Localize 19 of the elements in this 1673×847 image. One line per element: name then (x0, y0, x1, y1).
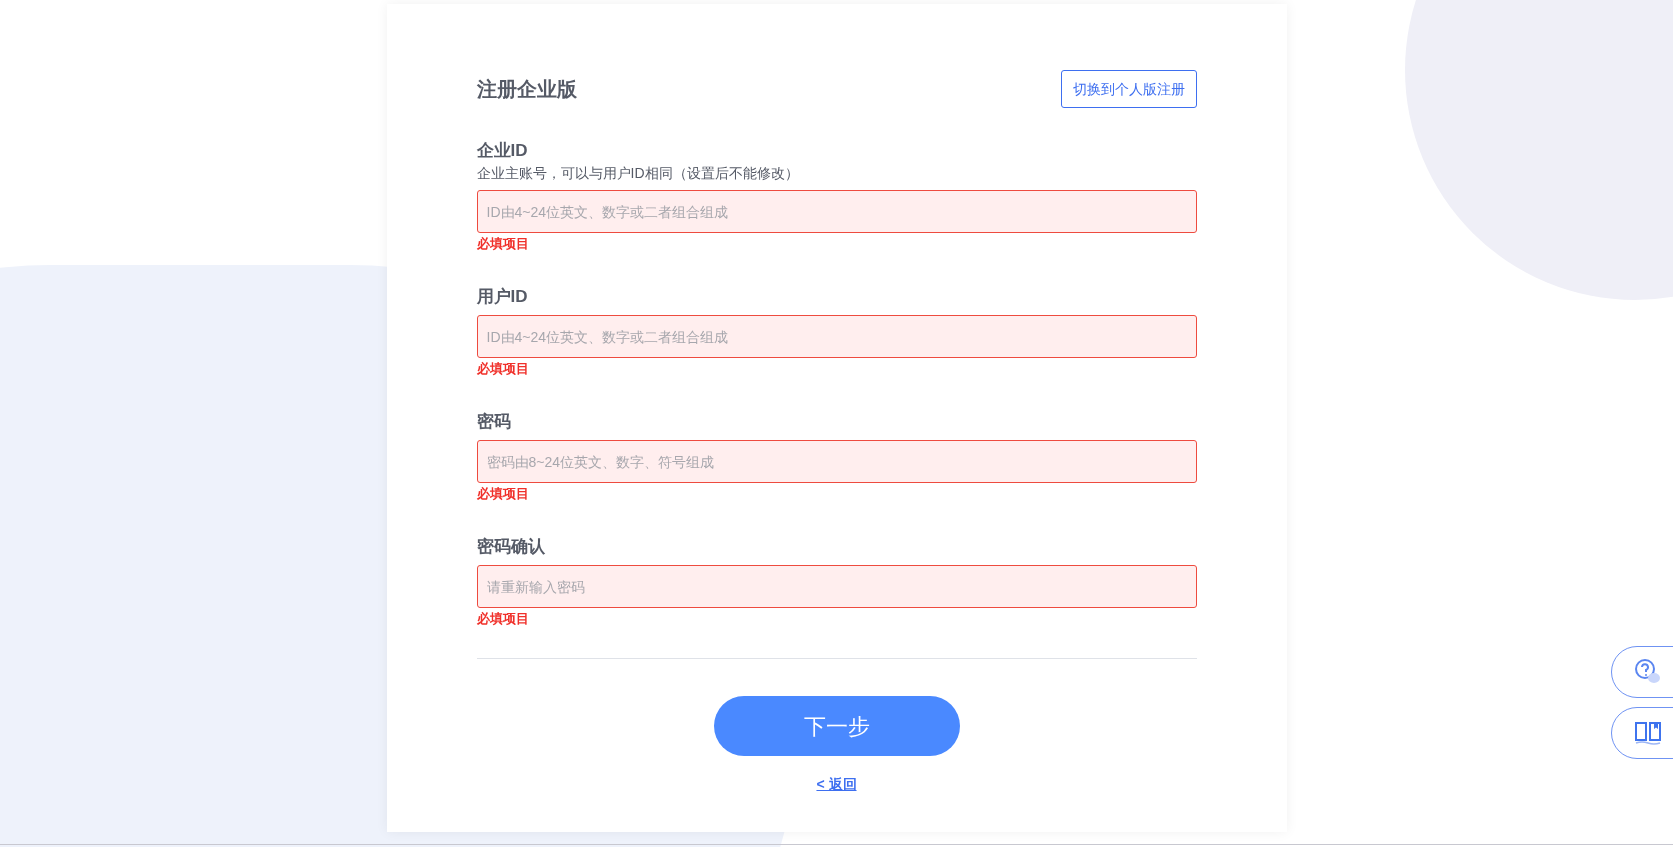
error-message: 必填项目 (476, 360, 529, 378)
switch-button[interactable]: 切换到个人版注册 (1060, 70, 1197, 108)
error-message: 必填项目 (476, 235, 529, 253)
input-field[interactable]: ID由4~24位英文、数字或二者组合组成 (476, 315, 1197, 358)
field-label: 密码 (476, 411, 512, 433)
field-label: 密码确认 (476, 536, 546, 558)
input-field[interactable]: ID由4~24位英文、数字或二者组合组成 (476, 190, 1197, 233)
input-field[interactable]: 请重新输入密码 (476, 565, 1197, 608)
book-icon (1634, 719, 1662, 747)
field-hint: 企业主账号，可以与用户ID相同（设置后不能修改） (476, 164, 800, 183)
next-button[interactable]: 下一步 (713, 696, 960, 756)
help-chat-icon (1634, 658, 1662, 686)
error-message: 必填项目 (476, 610, 529, 628)
page-title: 注册企业版 (476, 77, 577, 102)
field-label: 用户ID (476, 286, 529, 308)
field-label: 企业ID (476, 140, 529, 162)
error-message: 必填项目 (476, 485, 529, 503)
input-field[interactable]: 密码由8~24位英文、数字、符号组成 (476, 440, 1197, 483)
back-link[interactable]: < 返回 (816, 774, 857, 795)
